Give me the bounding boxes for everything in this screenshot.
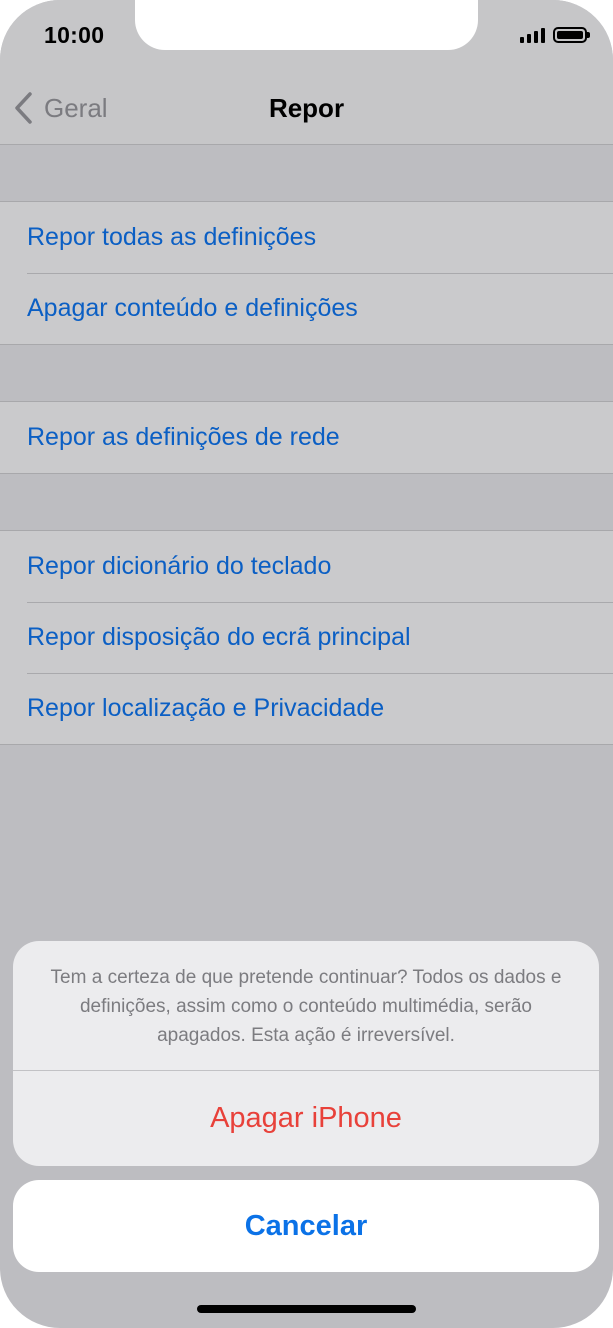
- reset-network-settings-row[interactable]: Repor as definições de rede: [0, 402, 613, 473]
- reset-location-privacy-row[interactable]: Repor localização e Privacidade: [0, 673, 613, 744]
- reset-home-screen-layout-row[interactable]: Repor disposição do ecrã principal: [0, 602, 613, 673]
- notch: [135, 0, 478, 50]
- cellular-signal-icon: [520, 27, 545, 43]
- action-sheet: Tem a certeza de que pretende continuar?…: [13, 941, 599, 1166]
- erase-content-settings-row[interactable]: Apagar conteúdo e definições: [0, 273, 613, 344]
- phone-screen: 10:00 Geral Repor Repor todas as definiç…: [0, 0, 613, 1328]
- settings-group-other: Repor dicionário do teclado Repor dispos…: [0, 530, 613, 745]
- erase-iphone-button[interactable]: Apagar iPhone: [13, 1071, 599, 1166]
- status-icons: [520, 27, 590, 43]
- status-time: 10:00: [44, 22, 105, 48]
- page-title: Repor: [268, 93, 345, 123]
- home-indicator[interactable]: [197, 1305, 416, 1313]
- reset-all-settings-row[interactable]: Repor todas as definições: [0, 202, 613, 273]
- battery-icon: [553, 27, 590, 43]
- settings-group-network: Repor as definições de rede: [0, 401, 613, 474]
- cancel-button[interactable]: Cancelar: [13, 1180, 599, 1272]
- status-bar: 10:00: [0, 0, 613, 80]
- reset-keyboard-dictionary-row[interactable]: Repor dicionário do teclado: [0, 531, 613, 602]
- action-sheet-message: Tem a certeza de que pretende continuar?…: [13, 941, 599, 1071]
- settings-list: Repor todas as definições Apagar conteúd…: [0, 145, 613, 745]
- settings-group-reset: Repor todas as definições Apagar conteúd…: [0, 201, 613, 345]
- navigation-bar: Geral Repor: [0, 80, 613, 145]
